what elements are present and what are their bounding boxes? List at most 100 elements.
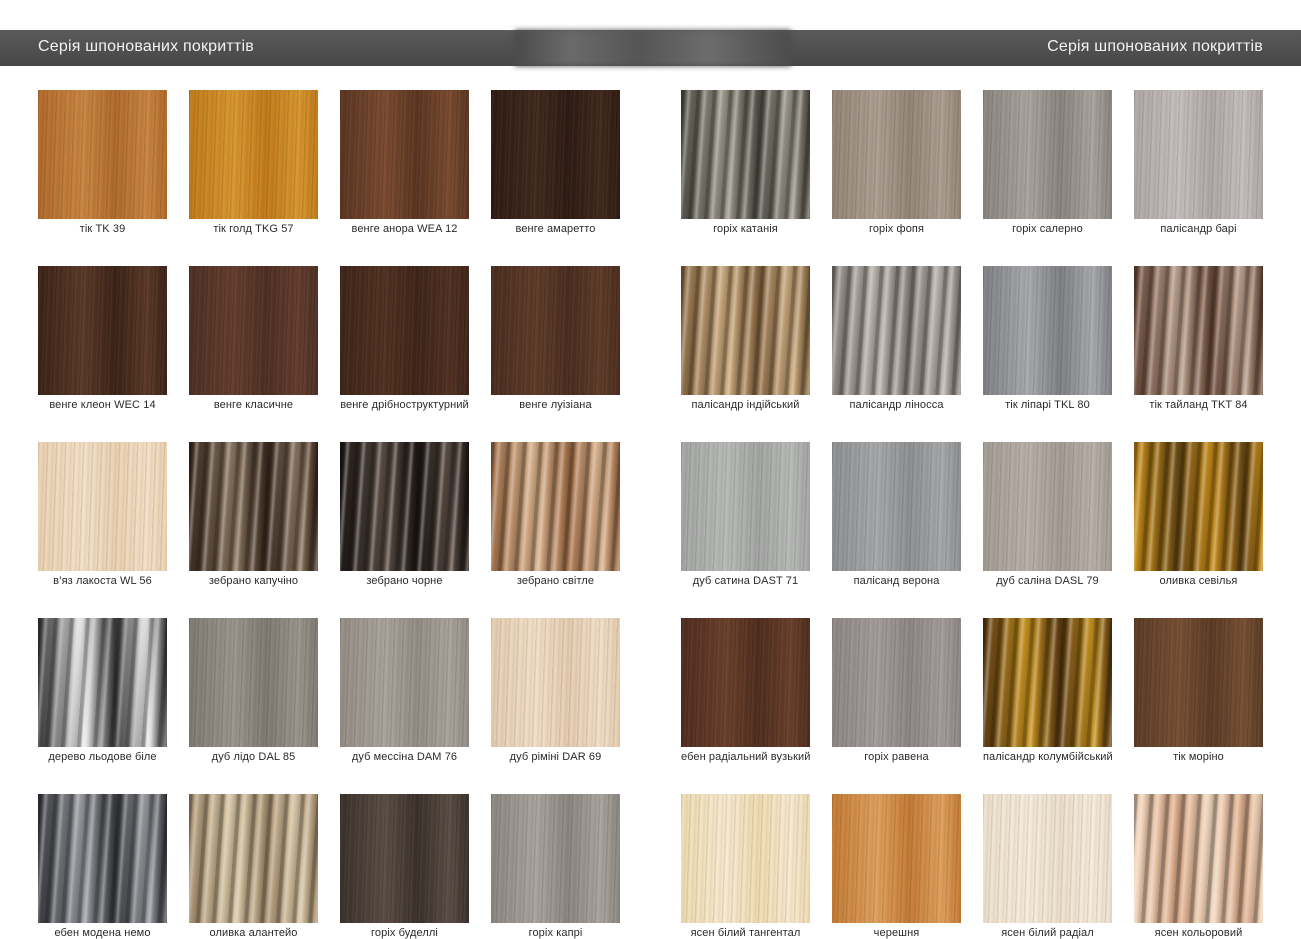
veneer-texture — [832, 266, 961, 395]
right-page-title: Серія шпонованих покриттів — [1047, 38, 1263, 55]
veneer-swatch: венге анора WEA 12 — [340, 90, 469, 235]
veneer-name: ясен білий радіал — [1001, 927, 1094, 939]
veneer-texture — [38, 794, 167, 923]
veneer-name: дерево льодове біле — [48, 751, 157, 763]
veneer-name: горіх буделлі — [371, 927, 438, 939]
veneer-swatch: тік тайланд TKT 84 — [1134, 266, 1263, 411]
veneer-texture — [983, 618, 1112, 747]
veneer-swatch: ясен білий тангентал — [681, 794, 810, 939]
veneer-texture — [1134, 618, 1263, 747]
veneer-texture — [189, 266, 318, 395]
veneer-name: венге луізіана — [519, 399, 592, 411]
veneer-name: тік TK 39 — [79, 223, 126, 235]
veneer-name: палісандр індійський — [691, 399, 800, 411]
veneer-texture — [38, 618, 167, 747]
veneer-texture — [681, 794, 810, 923]
veneer-texture — [681, 90, 810, 219]
veneer-swatch: горіх фопя — [832, 90, 961, 235]
veneer-name: дуб лідо DAL 85 — [211, 751, 296, 763]
veneer-swatch: в’яз лакоста WL 56 — [38, 442, 167, 587]
veneer-name: ебен модена немо — [54, 927, 151, 939]
veneer-texture — [491, 90, 620, 219]
veneer-swatch: горіх буделлі — [340, 794, 469, 939]
veneer-swatch: горіх капрі — [491, 794, 620, 939]
veneer-texture — [983, 794, 1112, 923]
veneer-name: венге клеон WEC 14 — [49, 399, 156, 411]
veneer-swatch: зебрано чорне — [340, 442, 469, 587]
veneer-texture — [1134, 266, 1263, 395]
veneer-swatch: венге класичне — [189, 266, 318, 411]
veneer-name: дуб ріміні DAR 69 — [509, 751, 602, 763]
veneer-texture — [832, 794, 961, 923]
veneer-texture — [340, 794, 469, 923]
veneer-texture — [681, 618, 810, 747]
veneer-texture — [189, 442, 318, 571]
veneer-name: ебен радіальний вузький — [681, 751, 811, 763]
veneer-name: палісандр ліносса — [849, 399, 944, 411]
veneer-swatch: оливка севілья — [1134, 442, 1263, 587]
veneer-texture — [983, 442, 1112, 571]
veneer-name: палісандр колумбійський — [983, 751, 1113, 763]
veneer-swatch: палісандр індійський — [681, 266, 810, 411]
left-page: тік TK 39 тік голд TKG 57 венге анора WEA … — [38, 90, 620, 939]
veneer-swatch: оливка алантейо — [189, 794, 318, 939]
veneer-name: ясен кольоровий — [1154, 927, 1243, 939]
veneer-texture — [491, 266, 620, 395]
veneer-swatch: тік голд TKG 57 — [189, 90, 318, 235]
veneer-texture — [491, 442, 620, 571]
veneer-texture — [832, 618, 961, 747]
veneer-name: горіх капрі — [528, 927, 583, 939]
veneer-name: горіх салерно — [1012, 223, 1083, 235]
veneer-swatch: палісандр колумбійський — [983, 618, 1113, 763]
veneer-swatch: венге луізіана — [491, 266, 620, 411]
veneer-name: дуб сатина DAST 71 — [692, 575, 799, 587]
veneer-name: палісанд верона — [853, 575, 940, 587]
veneer-name: тік тайланд TKT 84 — [1149, 399, 1248, 411]
veneer-swatch: зебрано світле — [491, 442, 620, 587]
veneer-swatch: палісандр барі — [1134, 90, 1263, 235]
veneer-texture — [1134, 794, 1263, 923]
veneer-swatch: горіх салерно — [983, 90, 1112, 235]
veneer-swatch: ясен кольоровий — [1134, 794, 1263, 939]
veneer-texture — [491, 794, 620, 923]
veneer-texture — [189, 618, 318, 747]
veneer-texture — [832, 442, 961, 571]
veneer-texture — [681, 442, 810, 571]
veneer-name: тік моріно — [1173, 751, 1224, 763]
veneer-swatch: палісандр ліносса — [832, 266, 961, 411]
veneer-swatch: венге дрібноструктурний — [340, 266, 469, 411]
right-swatch-grid: горіх катанія горіх фопя горіх салерно палі… — [681, 90, 1263, 939]
veneer-swatch: ебен радіальний вузький — [681, 618, 810, 763]
veneer-swatch: венге амаретто — [491, 90, 620, 235]
veneer-name: горіх катанія — [713, 223, 778, 235]
veneer-name: горіх равена — [864, 751, 929, 763]
veneer-swatch: горіх катанія — [681, 90, 810, 235]
veneer-swatch: ясен білий радіал — [983, 794, 1112, 939]
veneer-name: палісандр барі — [1160, 223, 1237, 235]
veneer-name: венге класичне — [213, 399, 294, 411]
veneer-name: тік ліпарі TKL 80 — [1005, 399, 1090, 411]
veneer-swatch: дуб саліна DASL 79 — [983, 442, 1112, 587]
veneer-swatch: ебен модена немо — [38, 794, 167, 939]
veneer-name: дуб мессіна DAM 76 — [351, 751, 458, 763]
veneer-texture — [1134, 90, 1263, 219]
veneer-name: оливка севілья — [1159, 575, 1238, 587]
veneer-texture — [38, 442, 167, 571]
veneer-swatch: тік ліпарі TKL 80 — [983, 266, 1112, 411]
veneer-texture — [832, 90, 961, 219]
veneer-name: тік голд TKG 57 — [213, 223, 294, 235]
veneer-texture — [189, 794, 318, 923]
left-page-title: Серія шпонованих покриттів — [38, 38, 254, 55]
veneer-texture — [681, 266, 810, 395]
veneer-swatch: палісанд верона — [832, 442, 961, 587]
veneer-swatch: дерево льодове біле — [38, 618, 167, 763]
veneer-swatch: горіх равена — [832, 618, 961, 763]
veneer-name: венге амаретто — [515, 223, 596, 235]
veneer-name: черешня — [873, 927, 920, 939]
veneer-name: венге анора WEA 12 — [351, 223, 458, 235]
veneer-name: в’яз лакоста WL 56 — [53, 575, 152, 587]
header-bar: Серія шпонованих покриттів Серія шпонова… — [0, 30, 1301, 66]
veneer-texture — [983, 266, 1112, 395]
veneer-name: дуб саліна DASL 79 — [996, 575, 1099, 587]
veneer-name: зебрано капучіно — [208, 575, 299, 587]
